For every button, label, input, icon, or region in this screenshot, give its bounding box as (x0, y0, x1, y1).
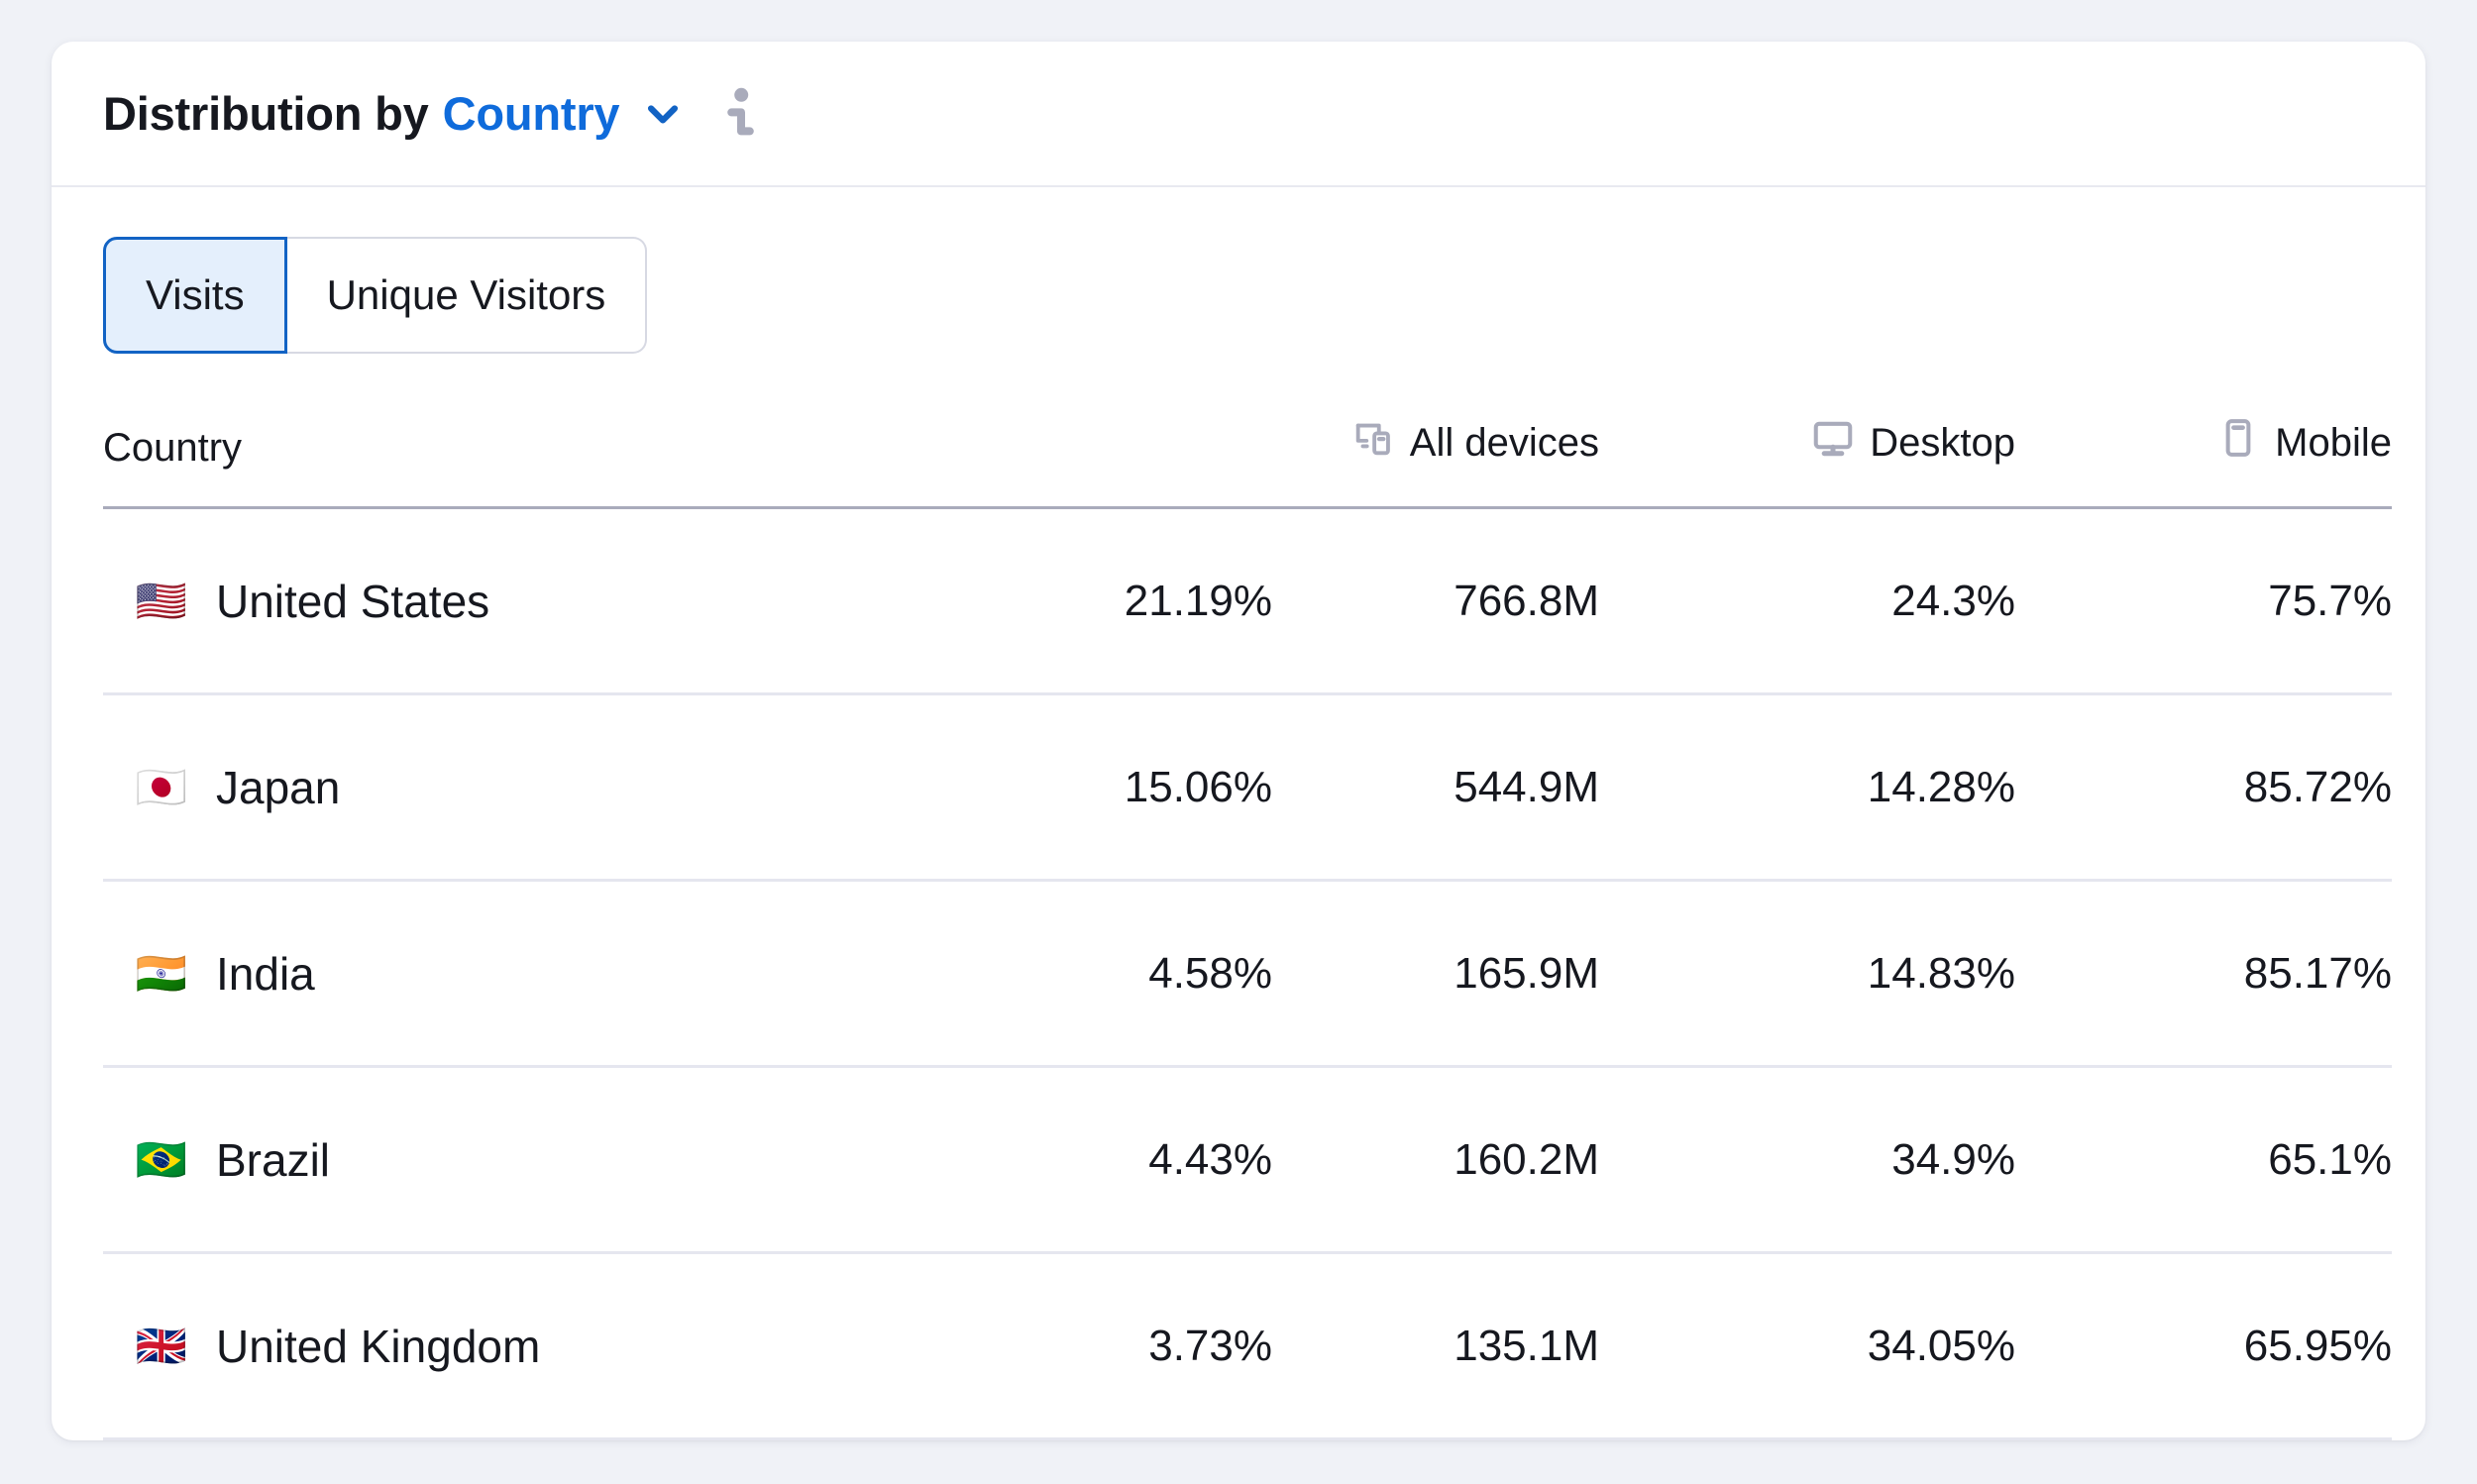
desktop-share: 34.05% (1599, 1253, 2015, 1439)
dimension-selector-label[interactable]: Country (443, 86, 620, 141)
column-header-percent (836, 415, 1272, 508)
desktop-share: 14.83% (1599, 881, 2015, 1067)
column-header-all-devices[interactable]: All devices (1272, 415, 1599, 508)
column-header-country[interactable]: Country (103, 415, 836, 508)
flag-japan-icon: 🇯🇵 (133, 767, 190, 808)
distribution-card: Distribution by Country Visits (52, 42, 2425, 1440)
metric-toggle-region: Visits Unique Visitors (52, 187, 2425, 354)
country-name[interactable]: Japan (216, 761, 340, 814)
table-row[interactable]: 🇺🇸 United States 21.19%766.8M24.3%75.7% (103, 508, 2392, 694)
percent-share: 4.43% (836, 1067, 1272, 1253)
percent-share: 3.73% (836, 1253, 1272, 1439)
page-title: Distribution by Country (103, 86, 758, 142)
column-header-desktop[interactable]: Desktop (1599, 415, 2015, 508)
tab-visits[interactable]: Visits (103, 237, 287, 354)
column-header-mobile[interactable]: Mobile (2015, 415, 2392, 508)
all-devices-value: 135.1M (1272, 1253, 1599, 1439)
mobile-icon (2215, 415, 2261, 471)
all-devices-value: 165.9M (1272, 881, 1599, 1067)
all-devices-icon (1350, 415, 1396, 471)
flag-brazil-icon: 🇧🇷 (133, 1139, 190, 1181)
all-devices-value: 544.9M (1272, 694, 1599, 881)
country-name[interactable]: Brazil (216, 1133, 330, 1187)
table-body: 🇺🇸 United States 21.19%766.8M24.3%75.7% 🇯🇵 J… (103, 508, 2392, 1439)
desktop-share: 24.3% (1599, 508, 2015, 694)
mobile-share: 65.1% (2015, 1067, 2392, 1253)
flag-united-kingdom-icon: 🇬🇧 (133, 1325, 190, 1367)
mobile-share: 85.17% (2015, 881, 2392, 1067)
card-header: Distribution by Country (52, 42, 2425, 187)
column-header-mobile-label: Mobile (2275, 421, 2392, 466)
country-name[interactable]: United States (216, 575, 489, 628)
tab-unique-visitors[interactable]: Unique Visitors (287, 237, 648, 354)
cell-country: 🇺🇸 United States (103, 508, 836, 694)
distribution-table-region: Country (52, 354, 2425, 1440)
table-row[interactable]: 🇬🇧 United Kingdom 3.73%135.1M34.05%65.95% (103, 1253, 2392, 1439)
cell-country: 🇮🇳 India (103, 881, 836, 1067)
all-devices-value: 766.8M (1272, 508, 1599, 694)
table-row[interactable]: 🇯🇵 Japan 15.06%544.9M14.28%85.72% (103, 694, 2392, 881)
country-name[interactable]: India (216, 947, 315, 1001)
country-name[interactable]: United Kingdom (216, 1320, 540, 1373)
desktop-share: 14.28% (1599, 694, 2015, 881)
column-header-all-devices-label: All devices (1410, 421, 1599, 466)
mobile-share: 65.95% (2015, 1253, 2392, 1439)
chevron-down-icon[interactable] (641, 92, 685, 136)
mobile-share: 75.7% (2015, 508, 2392, 694)
flag-india-icon: 🇮🇳 (133, 953, 190, 995)
table-row[interactable]: 🇮🇳 India 4.58%165.9M14.83%85.17% (103, 881, 2392, 1067)
desktop-share: 34.9% (1599, 1067, 2015, 1253)
page-background: Distribution by Country Visits (0, 0, 2477, 1484)
distribution-table: Country (103, 415, 2392, 1440)
info-icon[interactable] (722, 86, 758, 142)
flag-united-states-icon: 🇺🇸 (133, 581, 190, 622)
cell-country: 🇬🇧 United Kingdom (103, 1253, 836, 1439)
mobile-share: 85.72% (2015, 694, 2392, 881)
column-header-desktop-label: Desktop (1870, 421, 2015, 466)
table-header-row: Country (103, 415, 2392, 508)
metric-toggle-group[interactable]: Visits Unique Visitors (103, 237, 647, 354)
percent-share: 4.58% (836, 881, 1272, 1067)
title-static-text: Distribution by (103, 86, 429, 141)
all-devices-value: 160.2M (1272, 1067, 1599, 1253)
column-header-country-label: Country (103, 426, 242, 470)
cell-country: 🇯🇵 Japan (103, 694, 836, 881)
percent-share: 15.06% (836, 694, 1272, 881)
cell-country: 🇧🇷 Brazil (103, 1067, 836, 1253)
percent-share: 21.19% (836, 508, 1272, 694)
table-header: Country (103, 415, 2392, 508)
desktop-icon (1810, 415, 1856, 471)
table-row[interactable]: 🇧🇷 Brazil 4.43%160.2M34.9%65.1% (103, 1067, 2392, 1253)
